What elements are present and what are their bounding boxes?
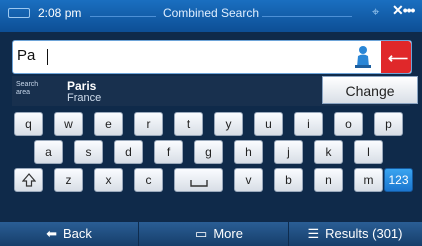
key-d[interactable]: d (114, 140, 143, 164)
results-button[interactable]: ☰ Results (301) (288, 222, 422, 246)
results-label: Results (301) (325, 226, 403, 241)
search-area-city: Paris (67, 79, 97, 93)
key-j[interactable]: j (274, 140, 303, 164)
key-m[interactable]: m (354, 168, 383, 192)
screen-title: Combined Search (162, 6, 260, 20)
backspace-button[interactable]: ⟵ (381, 41, 411, 73)
more-button[interactable]: ▭ More (150, 222, 289, 246)
key-f[interactable]: f (154, 140, 183, 164)
key-k[interactable]: k (314, 140, 343, 164)
back-button[interactable]: ⬅ Back (0, 222, 139, 246)
key-v[interactable]: v (234, 168, 263, 192)
shift-key[interactable] (14, 168, 43, 192)
key-r[interactable]: r (134, 112, 163, 136)
space-key[interactable] (174, 168, 223, 192)
key-h[interactable]: h (234, 140, 263, 164)
numbers-key[interactable]: 123 (384, 168, 413, 192)
rounded-square-icon: ▭ (195, 226, 208, 241)
shift-icon (21, 173, 36, 187)
person-icon[interactable] (353, 45, 373, 69)
bottom-bar: ⬅ Back ▭ More ☰ Results (301) (0, 222, 422, 246)
change-area-button[interactable]: Change (322, 76, 418, 104)
key-l[interactable]: l (354, 140, 383, 164)
arrow-left-icon: ⟵ (388, 50, 409, 66)
back-label: Back (63, 226, 92, 241)
key-n[interactable]: n (314, 168, 343, 192)
list-icon: ☰ (307, 226, 320, 241)
key-t[interactable]: t (174, 112, 203, 136)
key-q[interactable]: q (14, 112, 43, 136)
more-label: More (213, 226, 243, 241)
key-c[interactable]: c (134, 168, 163, 192)
key-g[interactable]: g (194, 140, 223, 164)
space-icon (189, 180, 208, 187)
search-area-label: Search area (16, 81, 39, 96)
search-box[interactable]: ⟵ (12, 40, 412, 74)
search-area-country: France (67, 92, 102, 104)
status-bar: 2:08 pm Combined Search ⌖ ✕••• (0, 0, 422, 32)
key-x[interactable]: x (94, 168, 123, 192)
gps-icon: ⌖ (372, 4, 380, 19)
key-y[interactable]: y (214, 112, 243, 136)
menu-dots-icon[interactable]: ✕••• (392, 2, 415, 19)
key-b[interactable]: b (274, 168, 303, 192)
key-e[interactable]: e (94, 112, 123, 136)
key-p[interactable]: p (374, 112, 403, 136)
key-z[interactable]: z (54, 168, 83, 192)
key-i[interactable]: i (294, 112, 323, 136)
key-a[interactable]: a (34, 140, 63, 164)
text-cursor (47, 49, 48, 65)
search-input[interactable] (17, 47, 337, 64)
key-o[interactable]: o (334, 112, 363, 136)
key-w[interactable]: w (54, 112, 83, 136)
key-s[interactable]: s (74, 140, 103, 164)
arrow-left-icon: ⬅ (46, 226, 57, 241)
divider (262, 16, 352, 17)
key-u[interactable]: u (254, 112, 283, 136)
keyboard: q w e r t y u i o p a s d f g h j k l z … (12, 108, 414, 214)
